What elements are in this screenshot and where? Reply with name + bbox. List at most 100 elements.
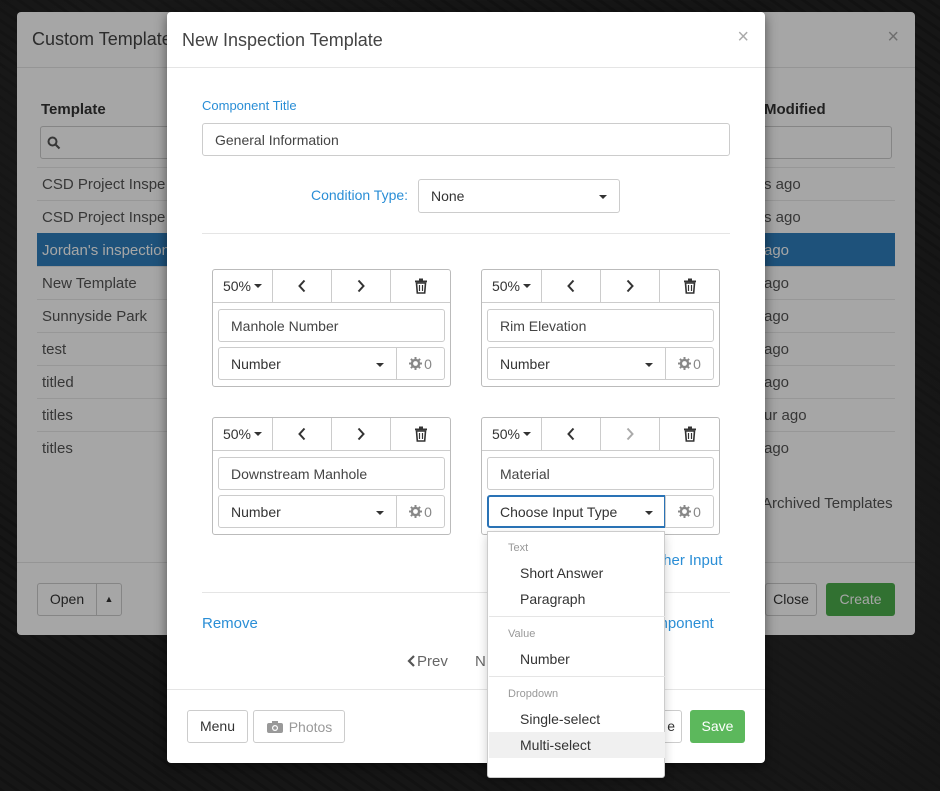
input-card: 50% Material Choose Input Type 0 <box>481 417 720 535</box>
trash-icon <box>414 278 427 294</box>
input-card: 50% Manhole Number Number 0 <box>212 269 451 387</box>
move-right-button[interactable] <box>601 270 660 302</box>
chevron-down-icon <box>376 511 384 515</box>
input-type-value: Number <box>500 356 550 372</box>
chevron-down-icon <box>599 195 607 199</box>
input-name-field[interactable]: Material <box>487 457 714 490</box>
trash-icon <box>414 426 427 442</box>
move-left-button[interactable] <box>542 270 601 302</box>
dropdown-group-header: Value <box>508 628 536 640</box>
chevron-down-icon <box>645 511 653 515</box>
settings-count: 0 <box>693 355 701 372</box>
next-component-button[interactable]: N <box>475 653 486 670</box>
width-value: 50% <box>491 426 521 442</box>
condition-type-value: None <box>431 188 465 204</box>
delete-input-button[interactable] <box>660 270 719 302</box>
width-select[interactable]: 50% <box>482 270 542 302</box>
move-right-button[interactable] <box>332 418 391 450</box>
width-value: 50% <box>222 278 252 294</box>
move-right-button[interactable] <box>332 270 391 302</box>
input-type-select[interactable]: Number <box>218 495 397 528</box>
input-settings-button[interactable]: 0 <box>396 495 445 528</box>
input-type-value: Number <box>231 504 281 520</box>
input-type-select[interactable]: Number <box>218 347 397 380</box>
dropdown-item[interactable]: Single-select <box>489 706 665 732</box>
settings-count: 0 <box>424 503 432 520</box>
chevron-right-icon <box>357 427 365 441</box>
input-settings-button[interactable]: 0 <box>396 347 445 380</box>
input-card-toolbar: 50% <box>213 270 450 303</box>
trash-icon <box>683 278 696 294</box>
photos-label: Photos <box>288 718 333 735</box>
prev-component-button[interactable]: Prev <box>407 653 448 670</box>
input-name-field[interactable]: Manhole Number <box>218 309 445 342</box>
caret-down-icon <box>254 284 263 288</box>
component-title-label: Component Title <box>202 98 297 113</box>
add-input-link[interactable]: ther Input <box>659 552 722 569</box>
move-left-button[interactable] <box>542 418 601 450</box>
delete-input-button[interactable] <box>660 418 719 450</box>
menu-button[interactable]: Menu <box>187 710 248 743</box>
dropdown-item[interactable]: Multi-select <box>489 732 665 758</box>
remove-component-link[interactable]: Remove <box>202 615 258 632</box>
width-select[interactable]: 50% <box>213 270 273 302</box>
input-card-toolbar: 50% <box>213 418 450 451</box>
input-type-dropdown-menu: Text Short Answer Paragraph Value Number Drop… <box>487 531 665 778</box>
chevron-left-icon <box>567 427 575 441</box>
caret-down-icon <box>523 284 532 288</box>
caret-down-icon <box>523 432 532 436</box>
dropdown-divider <box>489 616 665 617</box>
chevron-down-icon <box>376 363 384 367</box>
photos-button[interactable]: Photos <box>253 710 345 743</box>
trash-icon <box>683 426 696 442</box>
width-select[interactable]: 50% <box>482 418 542 450</box>
input-type-select[interactable]: Number <box>487 347 666 380</box>
dropdown-divider <box>489 676 665 677</box>
input-card: 50% Downstream Manhole Number 0 <box>212 417 451 535</box>
input-settings-button[interactable]: 0 <box>665 495 714 528</box>
condition-type-select[interactable]: None <box>418 179 620 213</box>
move-left-button[interactable] <box>273 270 332 302</box>
input-type-select[interactable]: Choose Input Type <box>487 495 666 528</box>
input-type-value: Choose Input Type <box>500 504 618 520</box>
settings-count: 0 <box>693 503 701 520</box>
width-select[interactable]: 50% <box>213 418 273 450</box>
chevron-right-icon <box>626 427 634 441</box>
condition-type-label: Condition Type: <box>311 187 409 203</box>
chevron-right-icon <box>626 279 634 293</box>
gear-icon <box>678 357 692 370</box>
gear-icon <box>409 505 423 518</box>
delete-input-button[interactable] <box>391 270 450 302</box>
modal-header: New Inspection Template × <box>167 12 765 68</box>
save-button[interactable]: Save <box>690 710 745 743</box>
dropdown-group-header: Text <box>508 542 529 554</box>
input-card: 50% Rim Elevation Number 0 <box>481 269 720 387</box>
input-settings-button[interactable]: 0 <box>665 347 714 380</box>
camera-icon <box>266 720 283 733</box>
chevron-right-icon <box>357 279 365 293</box>
chevron-left-icon <box>567 279 575 293</box>
input-name-field[interactable]: Downstream Manhole <box>218 457 445 490</box>
move-right-button[interactable] <box>601 418 660 450</box>
dropdown-item[interactable]: Paragraph <box>489 586 665 612</box>
delete-input-button[interactable] <box>391 418 450 450</box>
dropdown-group-header: Dropdown <box>508 688 559 700</box>
modal-title: New Inspection Template <box>182 30 383 50</box>
caret-down-icon <box>254 432 263 436</box>
move-left-button[interactable] <box>273 418 332 450</box>
chevron-left-icon <box>407 655 415 667</box>
prev-label: Prev <box>417 653 448 670</box>
gear-icon <box>678 505 692 518</box>
input-card-toolbar: 50% <box>482 418 719 451</box>
input-name-field[interactable]: Rim Elevation <box>487 309 714 342</box>
input-card-toolbar: 50% <box>482 270 719 303</box>
divider <box>202 233 730 234</box>
new-inspection-template-modal: New Inspection Template × Component Titl… <box>167 12 765 763</box>
dropdown-item[interactable]: Short Answer <box>489 560 665 586</box>
dropdown-item[interactable]: Number <box>489 646 665 672</box>
modal-close-icon[interactable]: × <box>737 26 749 49</box>
chevron-left-icon <box>298 279 306 293</box>
settings-count: 0 <box>424 355 432 372</box>
chevron-left-icon <box>298 427 306 441</box>
component-title-input[interactable]: General Information <box>202 123 730 156</box>
